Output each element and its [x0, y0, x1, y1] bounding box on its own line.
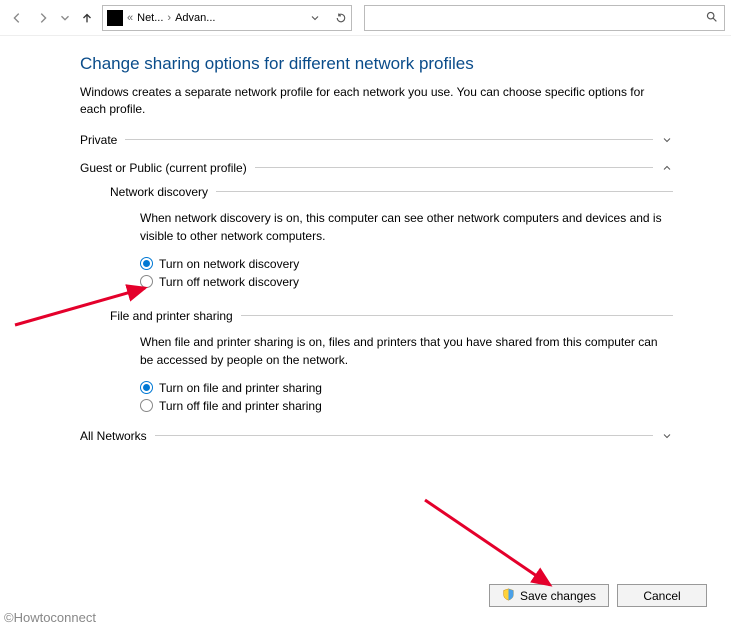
up-button[interactable]: [76, 7, 98, 29]
cancel-button[interactable]: Cancel: [617, 584, 707, 607]
group-label: File and printer sharing: [110, 309, 233, 323]
back-button[interactable]: [6, 7, 28, 29]
chevron-down-icon: [661, 430, 673, 442]
chevron-down-icon: [661, 134, 673, 146]
radio-fileprint-off[interactable]: Turn off file and printer sharing: [110, 397, 673, 415]
recent-dropdown[interactable]: [58, 7, 72, 29]
section-header-private[interactable]: Private: [80, 133, 673, 147]
section-label: Guest or Public (current profile): [80, 161, 247, 175]
section-label: All Networks: [80, 429, 147, 443]
radio-icon: [140, 381, 153, 394]
section-header-all-networks[interactable]: All Networks: [80, 429, 673, 443]
refresh-button[interactable]: [335, 12, 347, 24]
button-label: Save changes: [520, 589, 596, 603]
save-changes-button[interactable]: Save changes: [489, 584, 609, 607]
chevron-right-icon: ›: [167, 12, 171, 24]
divider: [255, 167, 653, 168]
radio-icon: [140, 275, 153, 288]
radio-label: Turn off file and printer sharing: [159, 399, 322, 413]
radio-icon: [140, 257, 153, 270]
section-private: Private: [80, 133, 673, 147]
page-subtitle: Windows creates a separate network profi…: [80, 84, 673, 119]
search-input[interactable]: [371, 11, 705, 25]
chevron-up-icon: [661, 162, 673, 174]
section-label: Private: [80, 133, 117, 147]
section-body-guest-public: Network discovery When network discovery…: [80, 175, 673, 415]
navigation-bar: « Net... › Advan...: [0, 0, 731, 36]
divider: [125, 139, 653, 140]
breadcrumb-1[interactable]: Net...: [137, 12, 163, 24]
forward-button[interactable]: [32, 7, 54, 29]
divider: [216, 191, 673, 192]
radio-label: Turn off network discovery: [159, 275, 299, 289]
radio-label: Turn on file and printer sharing: [159, 381, 322, 395]
radio-fileprint-on[interactable]: Turn on file and printer sharing: [110, 379, 673, 397]
section-header-guest-public[interactable]: Guest or Public (current profile): [80, 161, 673, 175]
watermark: ©Howtoconnect: [4, 610, 96, 625]
location-icon: [107, 10, 123, 26]
group-desc-file-printer-sharing: When file and printer sharing is on, fil…: [110, 329, 673, 379]
search-icon[interactable]: [705, 10, 718, 26]
group-label: Network discovery: [110, 185, 208, 199]
group-file-printer-sharing: File and printer sharing: [110, 309, 673, 323]
divider: [155, 435, 653, 436]
section-guest-public: Guest or Public (current profile) Networ…: [80, 161, 673, 415]
address-dropdown-icon[interactable]: [309, 12, 321, 24]
button-label: Cancel: [643, 589, 680, 603]
content-pane: Change sharing options for different net…: [0, 36, 731, 467]
address-bar[interactable]: « Net... › Advan...: [102, 5, 352, 31]
page-title: Change sharing options for different net…: [80, 54, 673, 74]
radio-label: Turn on network discovery: [159, 257, 299, 271]
footer-buttons: Save changes Cancel: [489, 584, 707, 607]
group-desc-network-discovery: When network discovery is on, this compu…: [110, 205, 673, 255]
radio-discovery-off[interactable]: Turn off network discovery: [110, 273, 673, 291]
radio-discovery-on[interactable]: Turn on network discovery: [110, 255, 673, 273]
section-all-networks: All Networks: [80, 429, 673, 443]
group-network-discovery: Network discovery: [110, 185, 673, 199]
divider: [241, 315, 673, 316]
shield-icon: [502, 588, 515, 604]
radio-icon: [140, 399, 153, 412]
search-box[interactable]: [364, 5, 725, 31]
breadcrumb-sep-icon: «: [127, 12, 133, 24]
breadcrumb-2[interactable]: Advan...: [175, 12, 215, 24]
